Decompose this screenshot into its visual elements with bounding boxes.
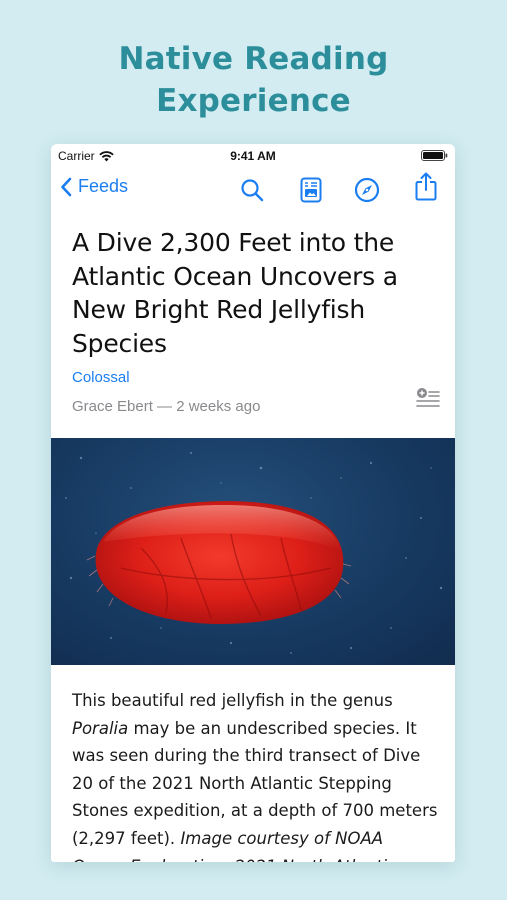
share-icon xyxy=(415,172,437,201)
open-in-safari-button[interactable] xyxy=(354,177,380,203)
status-time: 9:41 AM xyxy=(230,149,276,163)
navigation-bar: Feeds xyxy=(51,166,455,214)
headline-line-1: Native Reading xyxy=(118,41,389,77)
back-button-label: Feeds xyxy=(78,176,129,196)
jellyfish-image xyxy=(65,452,443,654)
back-button[interactable]: Feeds xyxy=(60,176,128,197)
article-body-genus: Poralia xyxy=(72,718,129,738)
reader-view-icon xyxy=(300,177,322,203)
reader-mode-button[interactable] xyxy=(298,177,324,203)
marketing-headline: Native Reading Experience xyxy=(0,38,507,122)
article-hero-image xyxy=(51,438,455,665)
article-title: A Dive 2,300 Feet into the Atlantic Ocea… xyxy=(72,228,398,358)
add-to-list-icon[interactable] xyxy=(415,386,441,412)
compass-icon xyxy=(354,177,380,203)
article-body: This beautiful red jellyfish in the genu… xyxy=(72,687,440,862)
article-source-link[interactable]: Colossal xyxy=(72,369,130,386)
status-bar: Carrier 9:41 AM xyxy=(51,144,455,166)
article-byline: Grace Ebert — 2 weeks ago xyxy=(72,398,261,415)
article-body-text: This beautiful red jellyfish in the genu… xyxy=(72,691,393,710)
app-store-screenshot: Native Reading Experience Carrier 9:41 A… xyxy=(0,0,507,900)
chevron-left-icon xyxy=(61,177,72,196)
search-icon xyxy=(241,179,264,202)
search-button[interactable] xyxy=(239,177,265,203)
phone-screen: Carrier 9:41 AM Feeds A Dive 2,300 Feet … xyxy=(51,144,455,862)
share-button[interactable] xyxy=(413,172,439,201)
headline-line-2: Experience xyxy=(156,83,351,119)
battery-icon xyxy=(421,150,448,161)
